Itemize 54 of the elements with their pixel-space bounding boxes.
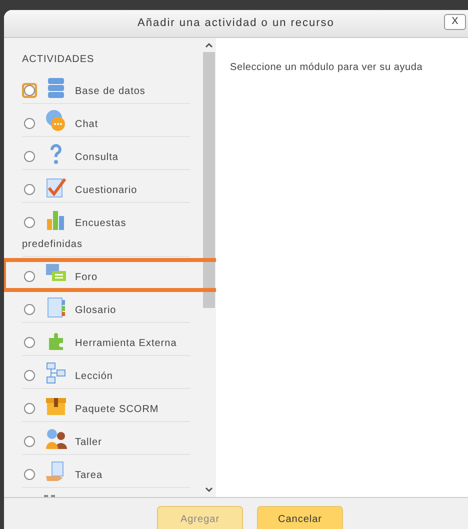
people-icon: [45, 428, 67, 450]
checkmark-document-icon: [45, 176, 67, 198]
database-icon: [45, 77, 67, 99]
radio-button[interactable]: [22, 215, 37, 230]
option-label: Taller: [75, 436, 102, 450]
option-label-continued: predefinidas: [22, 238, 84, 252]
activity-option[interactable]: Herramienta Externa: [22, 329, 190, 356]
radio-button[interactable]: [22, 149, 37, 164]
activity-option[interactable]: Tarea: [22, 461, 190, 488]
activity-option[interactable]: Encuestas predefinidas: [22, 209, 190, 257]
radio-button[interactable]: [22, 269, 37, 284]
radio-button[interactable]: [22, 434, 37, 449]
option-label: Cuestionario: [75, 184, 138, 198]
activity-option[interactable]: Glosario: [22, 296, 190, 323]
scroll-down-icon[interactable]: [205, 487, 213, 493]
option-label: Encuestas: [75, 217, 126, 231]
option-label: Lección: [75, 370, 113, 384]
option-label: Glosario: [75, 304, 116, 318]
option-label: Chat: [75, 118, 98, 132]
option-label: Consulta: [75, 151, 118, 165]
activity-option[interactable]: Paquete SCORM: [22, 395, 190, 422]
bar-chart-icon: [45, 209, 67, 231]
section-heading: ACTIVIDADES: [22, 53, 96, 67]
activity-option[interactable]: Consulta: [22, 143, 190, 170]
close-button[interactable]: X: [444, 14, 466, 30]
option-label: Foro: [75, 271, 98, 285]
book-icon: [45, 296, 67, 318]
radio-button[interactable]: [22, 335, 37, 350]
option-label: Herramienta Externa: [75, 337, 177, 351]
radio-button[interactable]: [22, 116, 37, 131]
activity-option[interactable]: Cuestionario: [22, 176, 190, 203]
radio-button[interactable]: [22, 368, 37, 383]
scroll-up-icon[interactable]: [205, 42, 213, 48]
radio-button[interactable]: [22, 401, 37, 416]
radio-button[interactable]: [22, 467, 37, 482]
option-label: Paquete SCORM: [75, 403, 159, 417]
dialog-title: Añadir una actividad o un recurso: [138, 16, 334, 32]
scrollbar[interactable]: [202, 38, 216, 497]
activity-option[interactable]: Chat: [22, 110, 190, 137]
option-label: Tarea: [75, 469, 103, 483]
help-text: Seleccione un módulo para ver su ayuda: [230, 61, 424, 75]
box-icon: [45, 395, 67, 417]
activity-option[interactable]: Lección: [22, 362, 190, 389]
scrollbar-thumb[interactable]: [203, 52, 215, 308]
activity-option[interactable]: Taller: [22, 428, 190, 455]
activity-option[interactable]: Base de datos: [22, 77, 190, 104]
speech-bubble-icon: [45, 110, 67, 132]
dialog-button[interactable]: Cancelar: [257, 506, 343, 529]
option-label: Base de datos: [75, 85, 146, 99]
radio-button[interactable]: [22, 83, 37, 98]
activity-option[interactable]: Foro: [22, 263, 190, 290]
radio-button[interactable]: [22, 302, 37, 317]
flowchart-icon: [45, 362, 67, 384]
radio-button[interactable]: [22, 182, 37, 197]
